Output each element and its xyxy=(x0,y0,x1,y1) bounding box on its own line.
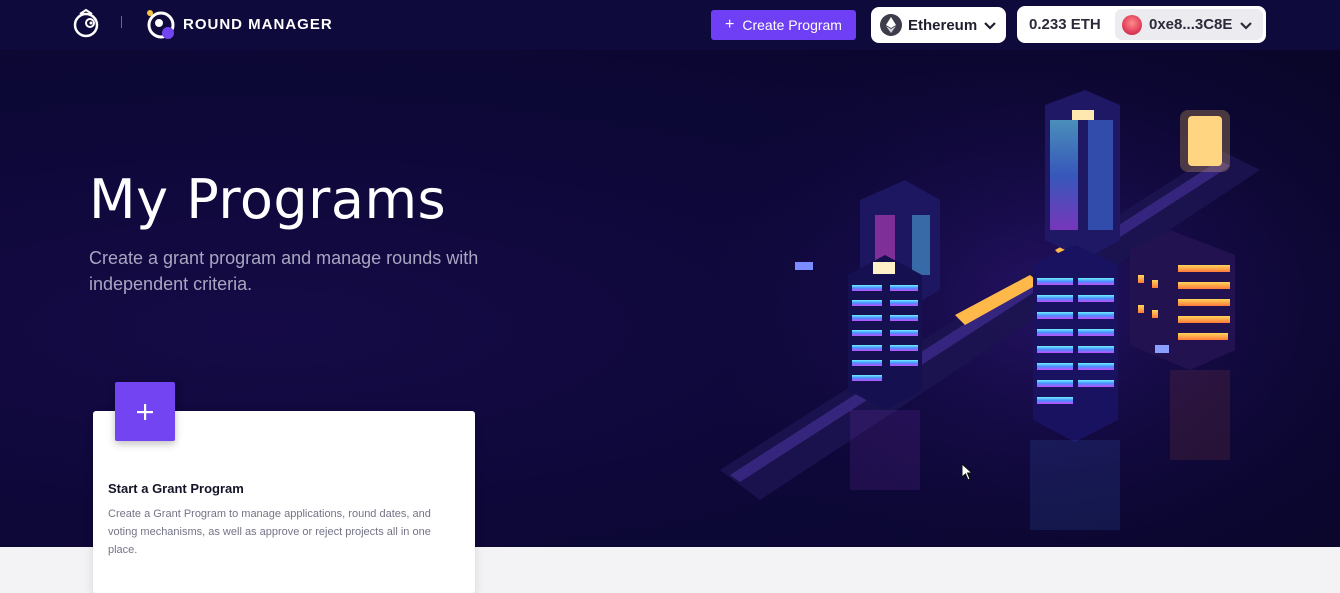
card-title: Start a Grant Program xyxy=(108,481,244,496)
create-program-label: Create Program xyxy=(742,17,842,33)
plus-icon: + xyxy=(725,16,735,33)
top-navbar: ROUND MANAGER + Create Program Ethereum … xyxy=(0,0,1340,50)
plus-icon xyxy=(137,403,153,420)
gitcoin-logo-icon[interactable] xyxy=(72,8,102,40)
mouse-cursor-icon xyxy=(961,463,973,481)
app-title: ROUND MANAGER xyxy=(183,16,333,33)
round-manager-logo-icon[interactable] xyxy=(144,8,178,42)
ethereum-icon xyxy=(880,14,902,36)
page-subtitle: Create a grant program and manage rounds… xyxy=(89,248,479,294)
eth-balance: 0.233 ETH xyxy=(1029,16,1101,33)
page-title: My Programs xyxy=(89,168,447,231)
chevron-down-icon xyxy=(984,22,996,30)
network-selector[interactable]: Ethereum xyxy=(871,7,1006,43)
create-grant-program-plus-button[interactable] xyxy=(115,382,175,441)
logo-divider xyxy=(121,16,122,28)
account-button[interactable]: 0xe8...3C8E xyxy=(1115,9,1263,40)
create-program-button[interactable]: + Create Program xyxy=(711,10,856,40)
chevron-down-icon xyxy=(1240,21,1253,30)
wallet-address: 0xe8...3C8E xyxy=(1149,16,1233,33)
city-illustration xyxy=(700,50,1340,547)
wallet-avatar-icon xyxy=(1122,14,1142,35)
wallet-widget[interactable]: 0.233 ETH 0xe8...3C8E xyxy=(1017,6,1266,43)
network-label: Ethereum xyxy=(908,16,978,34)
card-description: Create a Grant Program to manage applica… xyxy=(108,508,431,556)
